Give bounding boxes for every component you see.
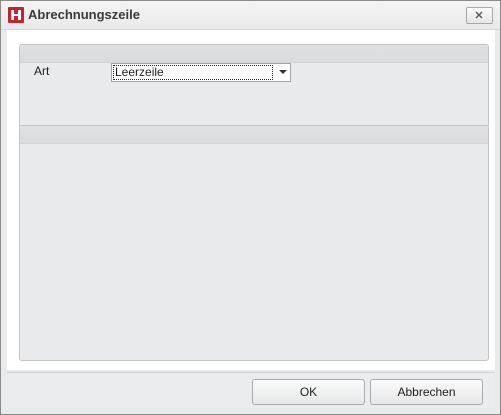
settings-group	[19, 44, 489, 128]
window-title: Abrechnungszeile	[28, 7, 140, 22]
details-group	[19, 125, 489, 361]
close-button[interactable]	[466, 7, 493, 24]
art-select-value: Leerzeile	[113, 65, 273, 80]
dialog-window: Abrechnungszeile Art Leerzeile OK Abbrec…	[0, 0, 501, 415]
chevron-down-icon[interactable]	[279, 70, 287, 74]
title-bar[interactable]: Abrechnungszeile	[1, 1, 500, 30]
dialog-footer: OK Abbrechen	[7, 372, 495, 408]
art-label: Art	[34, 64, 50, 78]
close-icon	[475, 11, 483, 19]
cancel-button[interactable]: Abbrechen	[370, 379, 483, 405]
art-select[interactable]: Leerzeile	[111, 63, 291, 82]
dialog-content: Art Leerzeile	[7, 30, 495, 370]
ok-button[interactable]: OK	[252, 379, 365, 405]
app-logo-icon	[8, 7, 24, 23]
settings-group-header	[20, 45, 488, 63]
details-group-header	[20, 126, 488, 144]
